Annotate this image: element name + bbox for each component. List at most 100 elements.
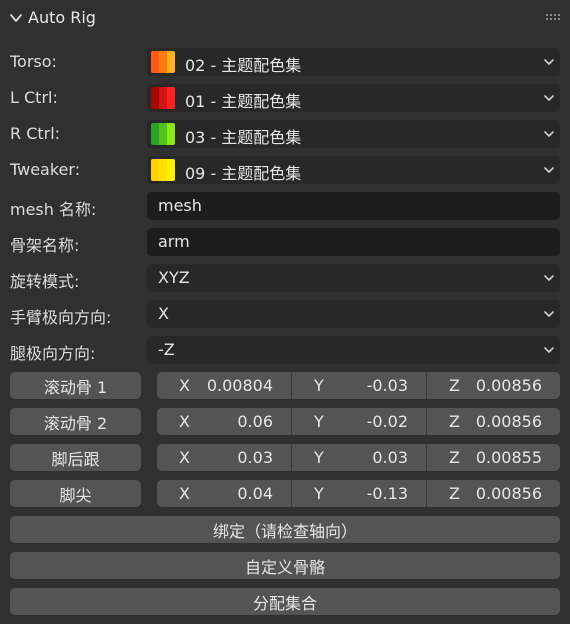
y-value: -0.13	[366, 484, 408, 503]
swatch-color-3	[167, 51, 175, 73]
heel-button[interactable]: 脚后跟	[10, 444, 141, 471]
r-ctrl-color-value: 03 - 主题配色集	[185, 128, 302, 147]
chevron-down-icon	[544, 131, 554, 137]
color-swatch	[151, 87, 175, 109]
y-axis-label: Y	[314, 412, 324, 431]
z-value: 0.00856	[475, 376, 542, 395]
l-ctrl-label: L Ctrl:	[10, 88, 58, 107]
chevron-down-icon	[544, 59, 554, 65]
r-ctrl-color-row: R Ctrl: 03 - 主题配色集	[0, 120, 570, 148]
l-ctrl-color-value: 01 - 主题配色集	[185, 92, 302, 111]
y-axis-label: Y	[314, 448, 324, 467]
z-field[interactable]: Z 0.00855	[427, 444, 560, 471]
heel-row: 脚后跟 X 0.03 Y 0.03 Z 0.00855	[0, 444, 570, 472]
z-value: 0.00856	[475, 484, 542, 503]
color-swatch	[151, 51, 175, 73]
x-value: 0.04	[237, 484, 273, 503]
x-field[interactable]: X 0.03	[157, 444, 291, 471]
swatch-color-2	[159, 159, 167, 181]
tweaker-color-dropdown[interactable]: 09 - 主题配色集	[147, 156, 560, 184]
roll-bone-2-vector: X 0.06 Y -0.02 Z 0.00856	[157, 408, 560, 435]
tweaker-label: Tweaker:	[10, 160, 81, 179]
mesh-name-label: mesh 名称:	[10, 200, 97, 219]
armature-name-input[interactable]: arm	[147, 228, 560, 256]
leg-pole-direction-row: 腿极向方向: -Z	[0, 336, 570, 364]
swatch-color-2	[159, 123, 167, 145]
torso-color-value: 02 - 主题配色集	[185, 56, 302, 75]
y-field[interactable]: Y -0.03	[292, 372, 426, 399]
panel-title: Auto Rig	[28, 8, 96, 27]
swatch-color-2	[159, 87, 167, 109]
x-field[interactable]: X 0.00804	[157, 372, 291, 399]
l-ctrl-color-dropdown[interactable]: 01 - 主题配色集	[147, 84, 560, 112]
y-field[interactable]: Y -0.02	[292, 408, 426, 435]
arm-pole-direction-value: X	[158, 304, 169, 323]
bind-button[interactable]: 绑定（请检查轴向）	[10, 516, 560, 543]
torso-color-row: Torso: 02 - 主题配色集	[0, 48, 570, 76]
z-field[interactable]: Z 0.00856	[427, 408, 560, 435]
rotation-mode-value: XYZ	[158, 268, 190, 287]
arm-pole-direction-row: 手臂极向方向: X	[0, 300, 570, 328]
r-ctrl-color-dropdown[interactable]: 03 - 主题配色集	[147, 120, 560, 148]
x-axis-label: X	[179, 448, 190, 467]
swatch-color-1	[151, 51, 159, 73]
roll-bone-2-button[interactable]: 滚动骨 2	[10, 408, 141, 435]
rotation-mode-label: 旋转模式:	[10, 272, 80, 291]
x-axis-label: X	[179, 412, 190, 431]
swatch-color-3	[167, 87, 175, 109]
rotation-mode-dropdown[interactable]: XYZ	[147, 264, 560, 292]
z-value: 0.00856	[475, 412, 542, 431]
armature-name-label: 骨架名称:	[10, 236, 80, 255]
swatch-color-1	[151, 159, 159, 181]
y-field[interactable]: Y 0.03	[292, 444, 426, 471]
x-field[interactable]: X 0.06	[157, 408, 291, 435]
swatch-color-2	[159, 51, 167, 73]
swatch-color-3	[167, 159, 175, 181]
y-axis-label: Y	[314, 484, 324, 503]
roll-bone-1-button[interactable]: 滚动骨 1	[10, 372, 141, 399]
leg-pole-direction-label: 腿极向方向:	[10, 344, 96, 363]
chevron-down-icon	[544, 275, 554, 281]
mesh-name-input[interactable]: mesh	[147, 192, 560, 220]
armature-name-value: arm	[158, 232, 190, 251]
x-value: 0.00804	[206, 376, 273, 395]
x-field[interactable]: X 0.04	[157, 480, 291, 507]
x-axis-label: X	[179, 376, 190, 395]
torso-color-dropdown[interactable]: 02 - 主题配色集	[147, 48, 560, 76]
z-field[interactable]: Z 0.00856	[427, 480, 560, 507]
y-value: 0.03	[372, 448, 408, 467]
roll-bone-1-row: 滚动骨 1 X 0.00804 Y -0.03 Z 0.00856	[0, 372, 570, 400]
rotation-mode-row: 旋转模式: XYZ	[0, 264, 570, 292]
armature-name-row: 骨架名称: arm	[0, 228, 570, 256]
arm-pole-direction-label: 手臂极向方向:	[10, 308, 112, 327]
chevron-down-icon	[544, 347, 554, 353]
z-axis-label: Z	[449, 448, 460, 467]
color-swatch	[151, 159, 175, 181]
roll-bone-1-vector: X 0.00804 Y -0.03 Z 0.00856	[157, 372, 560, 399]
leg-pole-direction-value: -Z	[158, 340, 175, 359]
y-axis-label: Y	[314, 376, 324, 395]
z-field[interactable]: Z 0.00856	[427, 372, 560, 399]
tweaker-color-value: 09 - 主题配色集	[185, 164, 302, 183]
chevron-down-icon[interactable]	[9, 11, 23, 25]
y-value: -0.03	[366, 376, 408, 395]
chevron-down-icon	[544, 311, 554, 317]
toe-button[interactable]: 脚尖	[10, 480, 141, 507]
z-axis-label: Z	[449, 412, 460, 431]
panel-header[interactable]: Auto Rig	[0, 0, 570, 36]
drag-grip-icon[interactable]	[546, 14, 560, 22]
x-value: 0.03	[237, 448, 273, 467]
arm-pole-direction-dropdown[interactable]: X	[147, 300, 560, 328]
toe-vector: X 0.04 Y -0.13 Z 0.00856	[157, 480, 560, 507]
custom-bones-button[interactable]: 自定义骨骼	[10, 552, 560, 579]
leg-pole-direction-dropdown[interactable]: -Z	[147, 336, 560, 364]
assign-collection-button[interactable]: 分配集合	[10, 588, 560, 615]
mesh-name-row: mesh 名称: mesh	[0, 192, 570, 220]
z-value: 0.00855	[475, 448, 542, 467]
x-value: 0.06	[237, 412, 273, 431]
r-ctrl-label: R Ctrl:	[10, 124, 61, 143]
color-swatch	[151, 123, 175, 145]
l-ctrl-color-row: L Ctrl: 01 - 主题配色集	[0, 84, 570, 112]
y-field[interactable]: Y -0.13	[292, 480, 426, 507]
roll-bone-2-row: 滚动骨 2 X 0.06 Y -0.02 Z 0.00856	[0, 408, 570, 436]
